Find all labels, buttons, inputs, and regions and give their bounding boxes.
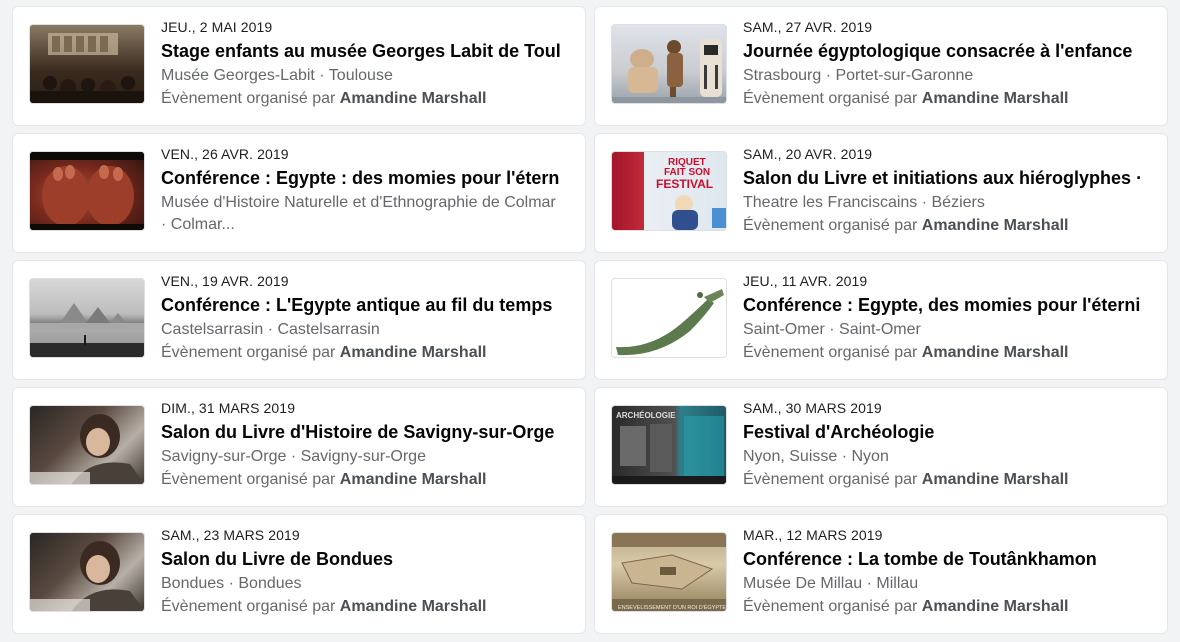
event-location: Musée d'Histoire Naturelle et d'Ethnogra… [161,194,556,233]
event-card[interactable]: VEN., 26 AVR. 2019 Conférence : Egypte :… [12,133,586,253]
event-thumbnail[interactable] [29,151,145,231]
event-card[interactable]: DIM., 31 MARS 2019 Salon du Livre d'Hist… [12,387,586,507]
event-organizer: Évènement organisé par Amandine Marshall [161,90,487,107]
tomb-caption: ENSEVELISSEMENT D'UN ROI D'ÉGYPTE [618,604,726,611]
event-location: Saint-Omer · Saint-Omer [743,321,921,338]
event-organizer: Évènement organisé par Amandine Marshall [743,471,1069,488]
event-card[interactable]: SAM., 23 MARS 2019 Salon du Livre de Bon… [12,514,586,634]
festival-line-3: FESTIVAL [656,177,713,191]
organizer-link[interactable]: Amandine Marshall [922,344,1069,361]
event-date: VEN., 19 AVR. 2019 [161,273,289,289]
events-list: JEU., 2 MAI 2019 Stage enfants au musée … [0,0,1180,642]
event-title[interactable]: Conférence : L'Egypte antique au fil du … [161,293,561,317]
organizer-link[interactable]: Amandine Marshall [922,471,1069,488]
organizer-link[interactable]: Amandine Marshall [340,598,487,615]
event-card[interactable]: JEU., 11 AVR. 2019 Conférence : Egypte, … [594,260,1168,380]
event-date: SAM., 27 AVR. 2019 [743,19,873,35]
event-title[interactable]: Stage enfants au musée Georges Labit de … [161,39,561,63]
event-location: Castelsarrasin · Castelsarrasin [161,321,380,338]
event-organizer: Évènement organisé par Amandine Marshall [743,90,1069,107]
organizer-link[interactable]: Amandine Marshall [340,471,487,488]
event-thumbnail[interactable] [29,278,145,358]
event-thumbnail[interactable]: ARCHÉOLOGIE [611,405,727,485]
mummy-feet-photo-icon [30,152,144,230]
festival-poster-icon: RIQUET FAIT SON FESTIVAL [656,157,726,230]
archeo-label: ARCHÉOLOGIE [616,411,676,420]
event-title[interactable]: Journée égyptologique consacrée à l'enfa… [743,39,1143,63]
event-location: Nyon, Suisse · Nyon [743,448,889,465]
author-photo-icon [30,541,144,611]
event-organizer: Évènement organisé par Amandine Marshall [743,217,1069,234]
event-title[interactable]: Salon du Livre d'Histoire de Savigny-sur… [161,420,561,444]
event-date: SAM., 20 AVR. 2019 [743,146,873,162]
event-title[interactable]: Salon du Livre et initiations aux hiérog… [743,166,1143,190]
event-date: DIM., 31 MARS 2019 [161,400,296,416]
event-organizer: Évènement organisé par Amandine Marshall [743,344,1069,361]
event-location: Savigny-sur-Orge · Savigny-sur-Orge [161,448,426,465]
event-location: Musée De Millau · Millau [743,575,919,592]
event-card[interactable]: SAM., 27 AVR. 2019 Journée égyptologique… [594,6,1168,126]
event-date: JEU., 2 MAI 2019 [161,19,273,35]
event-thumbnail[interactable] [29,532,145,612]
archeology-poster-icon: ARCHÉOLOGIE [612,411,726,484]
museum-photo-icon [30,33,144,103]
event-date: SAM., 23 MARS 2019 [161,527,300,543]
event-title[interactable]: Conférence : La tombe de Toutânkhamon [743,547,1143,571]
event-card[interactable]: JEU., 2 MAI 2019 Stage enfants au musée … [12,6,586,126]
organizer-link[interactable]: Amandine Marshall [922,217,1069,234]
event-organizer: Évènement organisé par Amandine Marshall [743,598,1069,615]
event-card[interactable]: ENSEVELISSEMENT D'UN ROI D'ÉGYPTE MAR., … [594,514,1168,634]
pyramids-photo-icon [30,303,144,357]
event-location: Strasbourg · Portet-sur-Garonne [743,67,974,84]
event-card[interactable]: RIQUET FAIT SON FESTIVAL SAM., 20 AVR. 2… [594,133,1168,253]
event-thumbnail[interactable] [29,24,145,104]
event-title[interactable]: Salon du Livre de Bondues [161,547,561,571]
event-title[interactable]: Conférence : Egypte, des momies pour l'é… [743,293,1143,317]
event-title[interactable]: Festival d'Archéologie [743,420,1143,444]
event-organizer: Évènement organisé par Amandine Marshall [161,344,487,361]
event-organizer: Évènement organisé par Amandine Marshall [161,471,487,488]
event-thumbnail[interactable]: RIQUET FAIT SON FESTIVAL [611,151,727,231]
event-card[interactable]: VEN., 19 AVR. 2019 Conférence : L'Egypte… [12,260,586,380]
event-date: VEN., 26 AVR. 2019 [161,146,289,162]
event-date: MAR., 12 MARS 2019 [743,527,883,543]
organizer-link[interactable]: Amandine Marshall [340,90,487,107]
event-date: SAM., 30 MARS 2019 [743,400,882,416]
event-date: JEU., 11 AVR. 2019 [743,273,868,289]
event-location: Theatre les Franciscains · Béziers [743,194,985,211]
event-thumbnail[interactable] [29,405,145,485]
tomb-illustration-icon: ENSEVELISSEMENT D'UN ROI D'ÉGYPTE [612,533,726,611]
organizer-link[interactable]: Amandine Marshall [922,90,1069,107]
event-location: Musée Georges-Labit · Toulouse [161,67,393,84]
event-thumbnail[interactable] [611,278,727,358]
event-thumbnail[interactable] [611,24,727,104]
organizer-link[interactable]: Amandine Marshall [340,344,487,361]
event-thumbnail[interactable]: ENSEVELISSEMENT D'UN ROI D'ÉGYPTE [611,532,727,612]
organizer-link[interactable]: Amandine Marshall [922,598,1069,615]
author-photo-icon [30,414,144,484]
event-location: Bondues · Bondues [161,575,302,592]
event-title[interactable]: Conférence : Egypte : des momies pour l'… [161,166,561,190]
event-card[interactable]: ARCHÉOLOGIE SAM., 30 MARS 2019 Festival … [594,387,1168,507]
event-organizer: Évènement organisé par Amandine Marshall [161,598,487,615]
statues-photo-icon [612,39,726,103]
khopesh-sword-icon [616,289,724,356]
